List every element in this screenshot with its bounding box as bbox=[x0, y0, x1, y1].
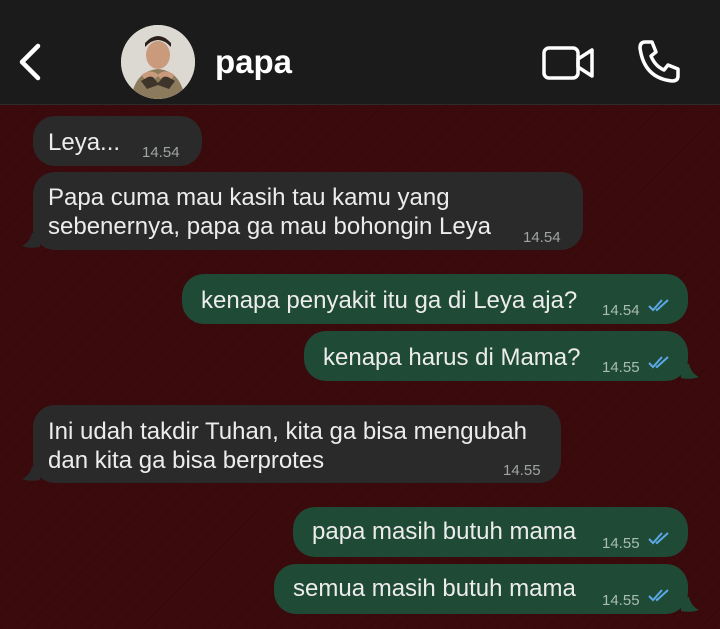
message-outgoing[interactable]: kenapa penyakit itu ga di Leya aja? 14.5… bbox=[182, 274, 688, 324]
message-text-line: Papa cuma mau kasih tau kamu yang bbox=[48, 184, 450, 211]
message-incoming[interactable]: Leya... 14.54 bbox=[33, 116, 202, 166]
message-time: 14.55 bbox=[503, 462, 541, 479]
bubble-tail bbox=[22, 233, 40, 248]
message-text: Leya... bbox=[48, 129, 121, 156]
message-outgoing[interactable]: kenapa harus di Mama? 14.55 bbox=[304, 331, 688, 381]
read-receipt-icon bbox=[648, 532, 669, 545]
message-time: 14.54 bbox=[142, 144, 180, 161]
profile-photo-icon bbox=[121, 25, 195, 99]
message-time: 14.55 bbox=[602, 359, 640, 376]
bubble-tail bbox=[22, 466, 40, 481]
message-text-line: Ini udah takdir Tuhan, kita ga bisa meng… bbox=[48, 418, 527, 445]
message-text: papa masih butuh mama bbox=[312, 518, 577, 545]
message-outgoing[interactable]: papa masih butuh mama 14.55 bbox=[293, 507, 688, 557]
phone-icon[interactable] bbox=[636, 38, 682, 84]
message-time: 14.54 bbox=[523, 229, 561, 246]
bubble-tail bbox=[681, 364, 699, 379]
message-time: 14.55 bbox=[602, 535, 640, 552]
message-text-line: dan kita ga bisa berprotes bbox=[48, 447, 325, 474]
chevron-left-icon[interactable] bbox=[14, 40, 48, 84]
video-camera-icon[interactable] bbox=[541, 43, 595, 83]
avatar[interactable] bbox=[121, 25, 195, 99]
message-incoming[interactable]: Ini udah takdir Tuhan, kita ga bisa meng… bbox=[33, 405, 561, 483]
message-time: 14.54 bbox=[602, 302, 640, 319]
read-receipt-icon bbox=[648, 356, 669, 369]
read-receipt-icon bbox=[648, 299, 669, 312]
message-text: semua masih butuh mama bbox=[293, 575, 576, 602]
message-text: kenapa harus di Mama? bbox=[323, 344, 581, 371]
message-time: 14.55 bbox=[602, 592, 640, 609]
message-incoming[interactable]: Papa cuma mau kasih tau kamu yang sebene… bbox=[33, 172, 583, 250]
message-outgoing[interactable]: semua masih butuh mama 14.55 bbox=[274, 564, 688, 614]
message-text-line: sebenernya, papa ga mau bohongin Leya bbox=[48, 213, 492, 240]
contact-name[interactable]: papa bbox=[215, 43, 292, 81]
chat-header: papa bbox=[0, 0, 720, 105]
message-text: kenapa penyakit itu ga di Leya aja? bbox=[201, 287, 578, 314]
bubble-tail bbox=[681, 597, 699, 612]
read-receipt-icon bbox=[648, 589, 669, 602]
